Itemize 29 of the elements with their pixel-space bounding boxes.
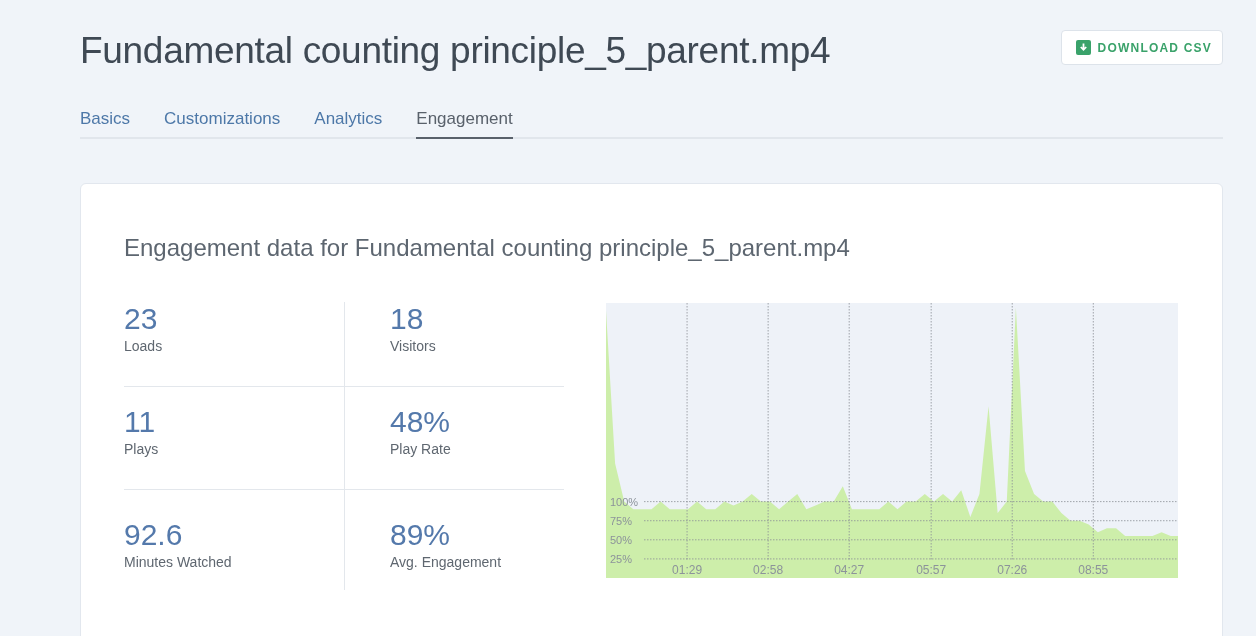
x-tick-label: 07:26 bbox=[997, 563, 1028, 577]
page-title: Fundamental counting principle_5_parent.mp4 bbox=[80, 30, 831, 72]
stat-label: Visitors bbox=[390, 338, 437, 354]
stat-label: Plays bbox=[124, 441, 160, 457]
stat-value: 89% bbox=[390, 518, 452, 552]
stat-value: 23 bbox=[124, 302, 159, 336]
tab[interactable]: Customizations bbox=[164, 109, 281, 139]
stat-label: Avg. Engagement bbox=[390, 554, 503, 570]
stat-value: 11 bbox=[124, 405, 157, 439]
x-tick-label: 01:29 bbox=[672, 563, 703, 577]
x-tick-label: 04:27 bbox=[834, 563, 865, 577]
download-icon bbox=[1075, 40, 1091, 55]
x-tick-label: 02:58 bbox=[753, 563, 784, 577]
tab[interactable]: Engagement bbox=[416, 109, 513, 139]
stat-value: 18 bbox=[390, 302, 425, 336]
y-tick-label: 50% bbox=[610, 533, 633, 546]
x-tick-label: 08:55 bbox=[1078, 563, 1109, 577]
stat-value: 48% bbox=[390, 405, 452, 439]
stat-value: 92.6 bbox=[124, 518, 184, 552]
stat-label: Loads bbox=[124, 338, 164, 354]
stat-label: Minutes Watched bbox=[124, 554, 233, 570]
card-title: Engagement data for Fundamental counting principle_5_parent.mp4 bbox=[124, 234, 851, 262]
tab[interactable]: Analytics bbox=[314, 109, 383, 139]
stat-label: Play Rate bbox=[390, 441, 452, 457]
y-tick-label: 25% bbox=[610, 552, 633, 565]
y-tick-label: 75% bbox=[610, 514, 633, 527]
x-tick-label: 05:57 bbox=[916, 563, 947, 577]
download-csv-button[interactable]: DOWNLOAD CSV bbox=[1060, 30, 1223, 65]
tab[interactable]: Basics bbox=[80, 109, 131, 139]
